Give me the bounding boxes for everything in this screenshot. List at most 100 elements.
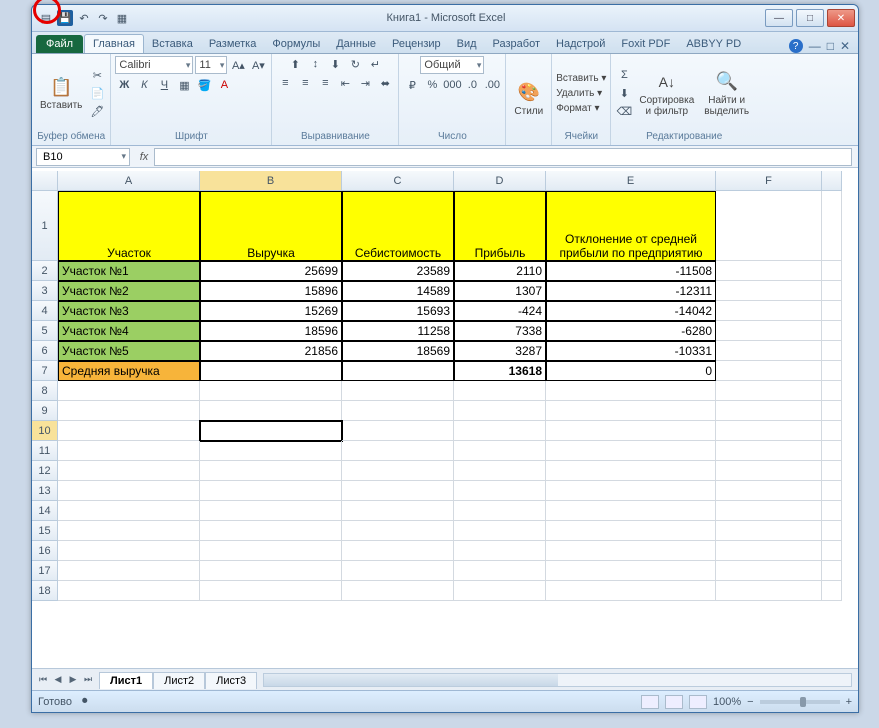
header-cell-A[interactable]: Участок — [58, 191, 200, 261]
cell-A3[interactable]: Участок №2 — [58, 281, 200, 301]
cell-A11[interactable] — [58, 441, 200, 461]
align-mid-icon[interactable]: ↕ — [306, 56, 324, 72]
currency-icon[interactable]: ₽ — [403, 77, 421, 93]
paste-button[interactable]: 📋 Вставить — [36, 73, 86, 113]
dec-dec-icon[interactable]: .00 — [483, 77, 501, 93]
cell-E18[interactable] — [546, 581, 716, 601]
cell-C9[interactable] — [342, 401, 454, 421]
cell-A14[interactable] — [58, 501, 200, 521]
zoom-label[interactable]: 100% — [713, 696, 741, 708]
cell-C8[interactable] — [342, 381, 454, 401]
view-layout-icon[interactable] — [665, 695, 683, 709]
cell-E13[interactable] — [546, 481, 716, 501]
underline-button[interactable]: Ч — [155, 77, 173, 93]
cut-icon[interactable]: ✂ — [88, 67, 106, 83]
cell-D4[interactable]: -424 — [454, 301, 546, 321]
cell-F8[interactable] — [716, 381, 822, 401]
row-header-11[interactable]: 11 — [32, 441, 58, 461]
orientation-icon[interactable]: ↻ — [346, 56, 364, 72]
row-header-3[interactable]: 3 — [32, 281, 58, 301]
cell-E6[interactable]: -10331 — [546, 341, 716, 361]
col-header-blank[interactable] — [822, 171, 842, 191]
cell-A5[interactable]: Участок №4 — [58, 321, 200, 341]
cell-C18[interactable] — [342, 581, 454, 601]
cell-A13[interactable] — [58, 481, 200, 501]
row-header-15[interactable]: 15 — [32, 521, 58, 541]
cell-E16[interactable] — [546, 541, 716, 561]
sheet-tab-1[interactable]: Лист1 — [99, 672, 153, 689]
font-color-icon[interactable]: A — [215, 77, 233, 93]
cell-F5[interactable] — [716, 321, 822, 341]
doc-minimize-icon[interactable]: — — [809, 39, 821, 53]
col-header-B[interactable]: B — [200, 171, 342, 191]
row-header-1[interactable]: 1 — [32, 191, 58, 261]
cell-E9[interactable] — [546, 401, 716, 421]
cell-A9[interactable] — [58, 401, 200, 421]
zoom-out-icon[interactable]: − — [747, 696, 753, 708]
undo-icon[interactable]: ↶ — [76, 10, 92, 26]
merge-icon[interactable]: ⬌ — [376, 75, 394, 91]
cell-C2[interactable]: 23589 — [342, 261, 454, 281]
delete-cells-button[interactable]: Удалить ▾ — [556, 88, 606, 99]
format-painter-icon[interactable]: 🖊 — [88, 103, 106, 119]
cell-C14[interactable] — [342, 501, 454, 521]
decrease-font-icon[interactable]: A▾ — [249, 57, 267, 73]
cell-B14[interactable] — [200, 501, 342, 521]
col-header-E[interactable]: E — [546, 171, 716, 191]
cell-B10[interactable] — [200, 421, 342, 441]
cell-C3[interactable]: 14589 — [342, 281, 454, 301]
cell-B17[interactable] — [200, 561, 342, 581]
name-box[interactable]: B10 — [36, 148, 130, 166]
cell-E7[interactable]: 0 — [546, 361, 716, 381]
cell-D18[interactable] — [454, 581, 546, 601]
tab-addins[interactable]: Надстрой — [548, 35, 613, 53]
sheet-nav-next-icon[interactable]: ▶ — [66, 673, 80, 687]
row-header-13[interactable]: 13 — [32, 481, 58, 501]
cell-F11[interactable] — [716, 441, 822, 461]
cell-A10[interactable] — [58, 421, 200, 441]
cell-B11[interactable] — [200, 441, 342, 461]
zoom-in-icon[interactable]: + — [846, 696, 852, 708]
cell-F13[interactable] — [716, 481, 822, 501]
cell-F4[interactable] — [716, 301, 822, 321]
tab-developer[interactable]: Разработ — [485, 35, 548, 53]
cell-C5[interactable]: 11258 — [342, 321, 454, 341]
cell-B7[interactable] — [200, 361, 342, 381]
cell-E5[interactable]: -6280 — [546, 321, 716, 341]
row-header-8[interactable]: 8 — [32, 381, 58, 401]
cell-A18[interactable] — [58, 581, 200, 601]
cell-F18[interactable] — [716, 581, 822, 601]
cell-C10[interactable] — [342, 421, 454, 441]
align-left-icon[interactable]: ≡ — [276, 75, 294, 91]
fx-icon[interactable]: fx — [134, 151, 154, 163]
cell-D7[interactable]: 13618 — [454, 361, 546, 381]
cell-B16[interactable] — [200, 541, 342, 561]
cell-C13[interactable] — [342, 481, 454, 501]
cell-E10[interactable] — [546, 421, 716, 441]
cell-F7[interactable] — [716, 361, 822, 381]
formula-bar[interactable] — [154, 148, 852, 166]
cell-D12[interactable] — [454, 461, 546, 481]
cell-B9[interactable] — [200, 401, 342, 421]
cell-A2[interactable]: Участок №1 — [58, 261, 200, 281]
cell-D9[interactable] — [454, 401, 546, 421]
col-header-C[interactable]: C — [342, 171, 454, 191]
select-all-corner[interactable] — [32, 171, 58, 191]
cell-F10[interactable] — [716, 421, 822, 441]
cell-B18[interactable] — [200, 581, 342, 601]
sheet-nav-prev-icon[interactable]: ◀ — [51, 673, 65, 687]
cell-B6[interactable]: 21856 — [200, 341, 342, 361]
row-header-17[interactable]: 17 — [32, 561, 58, 581]
wrap-icon[interactable]: ↵ — [366, 56, 384, 72]
align-right-icon[interactable]: ≡ — [316, 75, 334, 91]
border-icon[interactable]: ▦ — [175, 77, 193, 93]
close-button[interactable]: ✕ — [827, 9, 855, 27]
row-header-2[interactable]: 2 — [32, 261, 58, 281]
cell-B12[interactable] — [200, 461, 342, 481]
row-header-9[interactable]: 9 — [32, 401, 58, 421]
font-size-combo[interactable]: 11 — [195, 56, 227, 74]
cell-D3[interactable]: 1307 — [454, 281, 546, 301]
sheet-nav-first-icon[interactable]: ⏮ — [36, 673, 50, 687]
cell-A16[interactable] — [58, 541, 200, 561]
cell-A8[interactable] — [58, 381, 200, 401]
